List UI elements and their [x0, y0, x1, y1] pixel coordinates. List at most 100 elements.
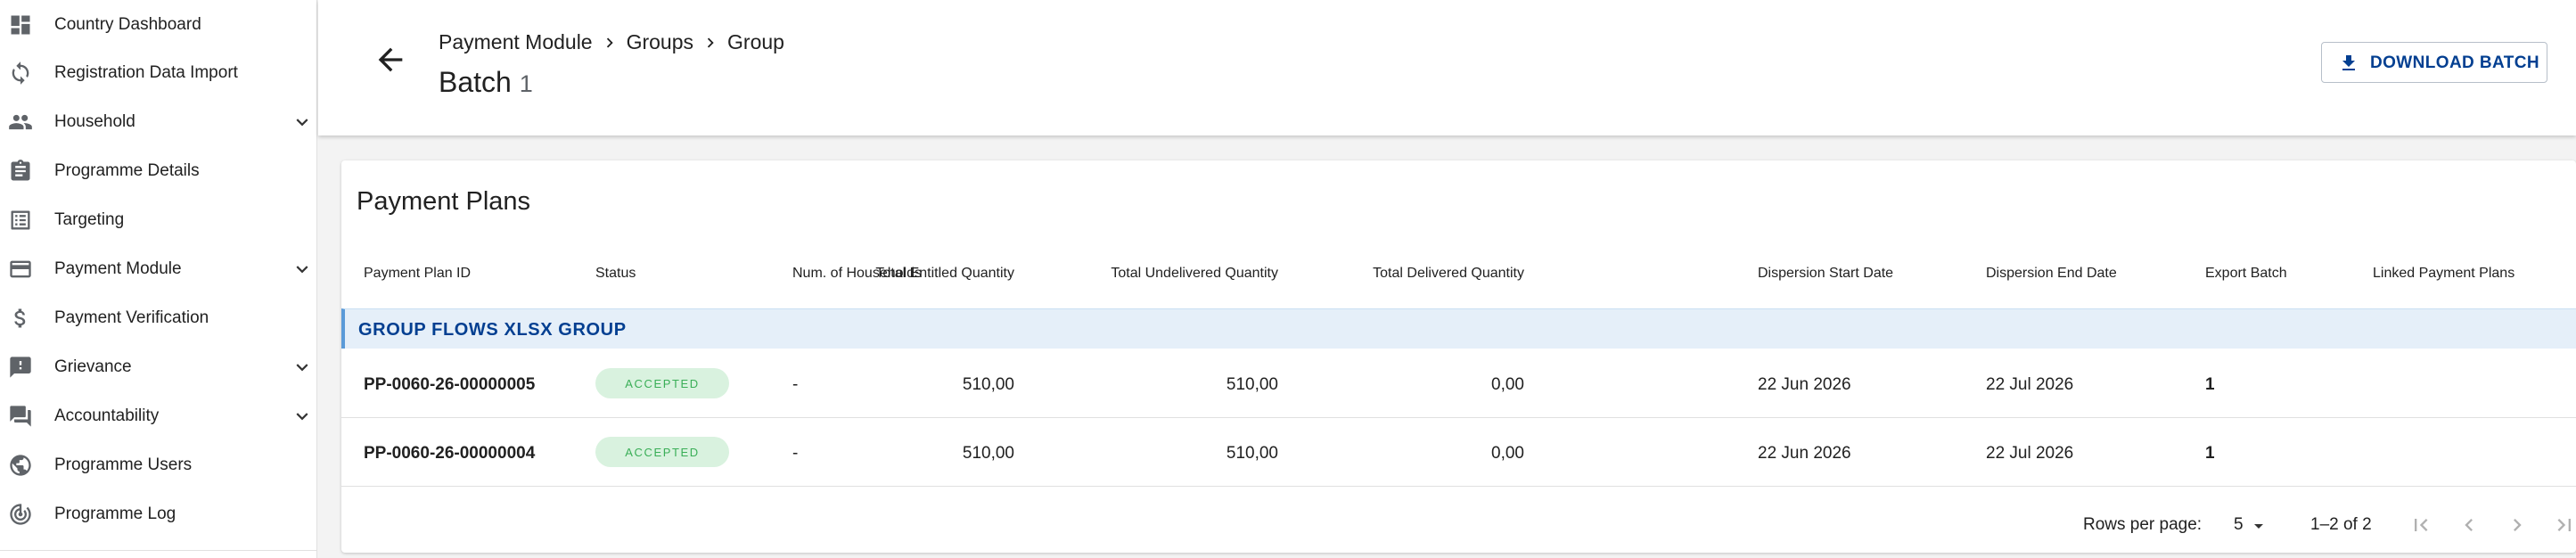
last-page-icon — [2557, 519, 2571, 531]
chevron-down-icon[interactable] — [291, 405, 314, 428]
column-header-linked-payment-plans[interactable]: Linked Payment Plans — [2373, 266, 2514, 282]
first-page-button[interactable] — [2406, 510, 2436, 540]
rows-per-page-value: 5 — [2234, 515, 2244, 534]
dollar-icon — [7, 305, 34, 332]
page-title: Batch 1 — [439, 66, 533, 99]
export-batch-cell: 1 — [2205, 375, 2215, 394]
entitled-quantity-cell: 510,00 — [962, 444, 1014, 463]
households-cell: - — [792, 375, 799, 394]
next-page-button[interactable] — [2502, 510, 2532, 540]
rows-per-page-label: Rows per page: — [2083, 515, 2203, 534]
table-row[interactable]: PP-0060-26-00000004 ACCEPTED - 510,00 51… — [341, 418, 2576, 487]
sidebar-item-label: Registration Data Import — [54, 63, 238, 82]
chevron-right-icon — [2514, 519, 2522, 531]
table-pagination: Rows per page: 5 1–2 of 2 — [341, 497, 2576, 553]
column-header-total-delivered-quantity[interactable]: Total Delivered Quantity — [1373, 266, 1524, 282]
column-header-payment-plan-id[interactable]: Payment Plan ID — [364, 266, 471, 282]
sidebar: Country Dashboard Registration Data Impo… — [0, 0, 317, 558]
households-cell: - — [792, 444, 799, 463]
sidebar-item-household[interactable]: Household — [0, 98, 317, 146]
column-header-dispersion-end-date[interactable]: Dispersion End Date — [1986, 266, 2117, 282]
undelivered-quantity-cell: 510,00 — [1226, 375, 1278, 394]
sidebar-item-label: Programme Users — [54, 455, 193, 474]
forum-icon — [7, 403, 34, 430]
arrow-drop-down-icon — [2254, 524, 2263, 529]
dispersion-start-cell: 22 Jun 2026 — [1758, 375, 1851, 394]
rows-per-page-select[interactable]: 5 — [2227, 510, 2271, 540]
dispersion-end-cell: 22 Jul 2026 — [1986, 444, 2074, 463]
sidebar-item-programme-log[interactable]: Programme Log — [0, 490, 317, 538]
breadcrumb-link-payment-module[interactable]: Payment Module — [439, 30, 593, 54]
sidebar-item-payment-module[interactable]: Payment Module — [0, 245, 317, 293]
breadcrumb-link-groups[interactable]: Groups — [627, 30, 693, 54]
page-header: Payment Module Groups Group Batch 1 DOWN… — [318, 0, 2576, 135]
column-header-dispersion-start-date[interactable]: Dispersion Start Date — [1758, 266, 1893, 282]
sidebar-item-programme-users[interactable]: Programme Users — [0, 441, 317, 489]
card-title: Payment Plans — [357, 187, 531, 216]
sidebar-item-country-dashboard[interactable]: Country Dashboard — [0, 1, 317, 49]
sidebar-divider — [0, 550, 317, 551]
chevron-down-icon[interactable] — [291, 258, 314, 281]
sidebar-item-registration-data-import[interactable]: Registration Data Import — [0, 49, 317, 97]
breadcrumb: Payment Module Groups Group — [439, 30, 784, 54]
dashboard-icon — [7, 12, 34, 38]
payment-plan-id-link[interactable]: PP-0060-26-00000004 — [364, 444, 535, 464]
people-icon — [7, 109, 34, 135]
download-batch-button[interactable]: DOWNLOAD BATCH — [2321, 42, 2547, 83]
group-row: GROUP FLOWS XLSX GROUP — [341, 308, 2576, 349]
dispersion-end-cell: 22 Jul 2026 — [1986, 375, 2074, 394]
sidebar-item-label: Targeting — [54, 210, 125, 229]
column-header-status[interactable]: Status — [595, 266, 636, 282]
undelivered-quantity-cell: 510,00 — [1226, 444, 1278, 463]
sidebar-item-programme-details[interactable]: Programme Details — [0, 147, 317, 195]
back-button[interactable] — [370, 39, 411, 80]
sidebar-item-label: Payment Verification — [54, 308, 209, 327]
export-batch-cell: 1 — [2205, 444, 2215, 463]
status-badge: ACCEPTED — [595, 437, 729, 467]
list-icon — [7, 207, 34, 234]
sidebar-item-accountability[interactable]: Accountability — [0, 392, 317, 440]
sidebar-item-payment-verification[interactable]: Payment Verification — [0, 294, 317, 342]
first-page-icon — [2415, 519, 2428, 531]
column-header-total-entitled-quantity[interactable]: Total Entitled Quantity — [875, 266, 1014, 282]
track-changes-icon — [7, 501, 34, 528]
sidebar-item-grievance[interactable]: Grievance — [0, 343, 317, 391]
download-icon — [2342, 55, 2355, 70]
feedback-icon — [7, 354, 34, 381]
page-title-text: Batch — [439, 66, 512, 98]
sidebar-item-label: Programme Details — [54, 161, 200, 180]
dispersion-start-cell: 22 Jun 2026 — [1758, 444, 1851, 463]
sidebar-item-label: Household — [54, 112, 135, 131]
table-row[interactable]: PP-0060-26-00000005 ACCEPTED - 510,00 51… — [341, 349, 2576, 418]
page-title-number: 1 — [519, 70, 533, 97]
clipboard-icon — [7, 158, 34, 185]
payment-plan-id-link[interactable]: PP-0060-26-00000005 — [364, 375, 535, 395]
chevron-right-icon — [600, 33, 619, 53]
breadcrumb-link-group[interactable]: Group — [727, 30, 784, 54]
sidebar-item-label: Payment Module — [54, 259, 182, 278]
status-badge: ACCEPTED — [595, 368, 729, 398]
delivered-quantity-cell: 0,00 — [1491, 375, 1524, 394]
globe-users-icon — [7, 452, 34, 479]
group-label: GROUP FLOWS XLSX GROUP — [358, 320, 627, 340]
previous-page-button[interactable] — [2454, 510, 2484, 540]
chevron-down-icon[interactable] — [291, 111, 314, 134]
arrow-back-icon — [378, 47, 403, 72]
chevron-down-icon[interactable] — [291, 356, 314, 379]
chevron-right-icon — [701, 33, 720, 53]
sidebar-item-label: Grievance — [54, 357, 132, 376]
last-page-button[interactable] — [2549, 510, 2576, 540]
column-header-export-batch[interactable]: Export Batch — [2205, 266, 2287, 282]
entitled-quantity-cell: 510,00 — [962, 375, 1014, 394]
sidebar-item-targeting[interactable]: Targeting — [0, 196, 317, 244]
download-batch-label: DOWNLOAD BATCH — [2370, 53, 2539, 72]
payment-plans-card: Payment Plans Payment Plan ID Status Num… — [341, 160, 2576, 553]
column-header-total-undelivered-quantity[interactable]: Total Undelivered Quantity — [1111, 266, 1278, 282]
chevron-left-icon — [2465, 519, 2473, 531]
sidebar-item-label: Accountability — [54, 406, 160, 425]
pagination-range: 1–2 of 2 — [2310, 515, 2372, 534]
credit-card-icon — [7, 256, 34, 283]
refresh-icon — [7, 60, 34, 86]
sidebar-item-label: Programme Log — [54, 505, 176, 523]
sidebar-item-label: Country Dashboard — [54, 15, 201, 34]
